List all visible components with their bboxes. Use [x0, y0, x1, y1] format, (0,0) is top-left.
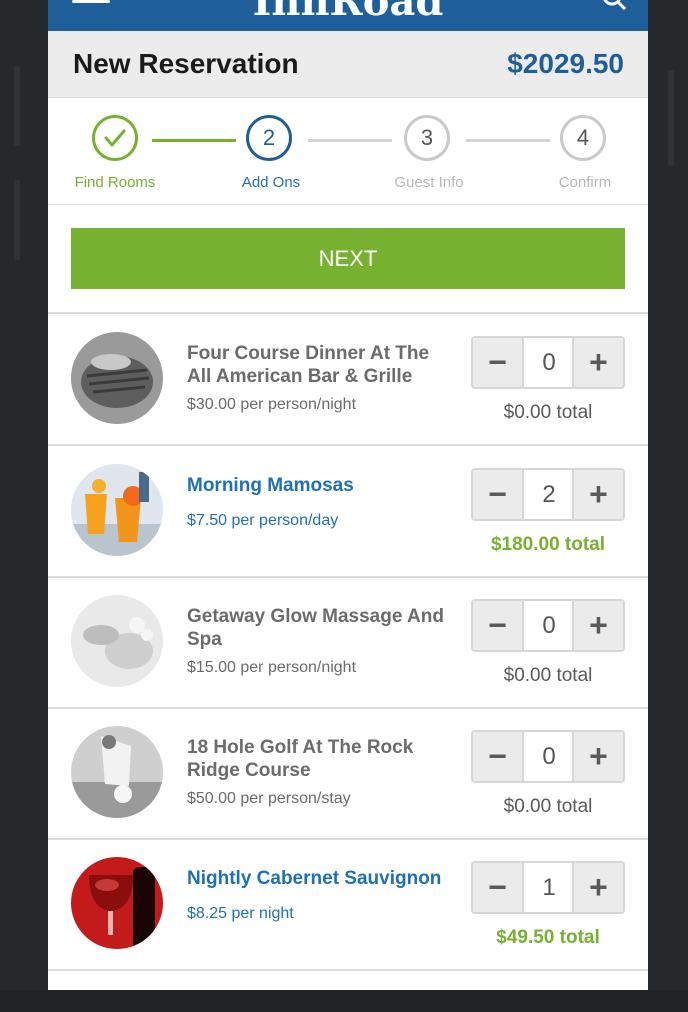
addon-price: $50.00 per person/stay: [187, 790, 351, 807]
quantity-stepper: − 1 +: [471, 861, 625, 914]
top-nav-bar: InnRoad: [48, 0, 648, 31]
step-label-add-ons: Add Ons: [241, 174, 301, 191]
step-connector: [466, 139, 550, 142]
device-side-button: [14, 66, 20, 146]
spa-photo: [71, 595, 163, 687]
quantity-value[interactable]: 0: [524, 732, 574, 781]
quantity-stepper: − 0 +: [471, 336, 625, 389]
reservation-total: $2029.50: [507, 48, 624, 79]
addon-price: $8.25 per night: [187, 905, 294, 922]
decrement-button[interactable]: −: [473, 470, 524, 519]
progress-stepper: 2 3 4 Find Rooms Add Ons Guest Info Conf…: [48, 98, 648, 205]
quantity-value[interactable]: 0: [524, 338, 574, 387]
line-total: $0.00 total: [503, 665, 593, 686]
device-side-button: [668, 70, 674, 166]
increment-button[interactable]: +: [572, 732, 623, 781]
addon-name[interactable]: Morning Mamosas: [187, 474, 457, 497]
addon-row-golf: 18 Hole Golf At The Rock Ridge Course $5…: [48, 708, 648, 840]
wine-photo: [71, 857, 163, 949]
golf-photo: [71, 726, 163, 818]
line-total: $0.00 total: [503, 796, 593, 817]
brand-logo: InnRoad: [252, 0, 444, 25]
addon-row-dinner: Four Course Dinner At The All American B…: [48, 314, 648, 446]
addon-name[interactable]: Nightly Cabernet Sauvignon: [187, 867, 457, 890]
decrement-button[interactable]: −: [473, 601, 524, 650]
checkmark-icon: [104, 129, 126, 147]
step-connector: [308, 139, 392, 142]
step-label-guest-info: Guest Info: [394, 174, 464, 191]
increment-button[interactable]: +: [572, 338, 623, 387]
decrement-button[interactable]: −: [473, 863, 524, 912]
step-label-find-rooms: Find Rooms: [74, 174, 156, 191]
addon-price: $7.50 per person/day: [187, 512, 339, 529]
mimosas-photo: [71, 464, 163, 556]
quantity-value[interactable]: 0: [524, 601, 574, 650]
quantity-stepper: − 2 +: [471, 468, 625, 521]
decrement-button[interactable]: −: [473, 732, 524, 781]
device-side-button: [14, 180, 20, 260]
step-connector: [152, 139, 236, 142]
addon-row-mimosas: Morning Mamosas $7.50 per person/day − 2…: [48, 446, 648, 578]
next-button[interactable]: NEXT: [71, 228, 625, 289]
step-find-rooms[interactable]: [92, 115, 138, 161]
step-guest-info[interactable]: 3: [404, 115, 450, 161]
addon-name: 18 Hole Golf At The Rock Ridge Course: [187, 737, 414, 781]
steak-photo: [71, 332, 163, 424]
search-icon[interactable]: [602, 0, 626, 10]
line-total: $49.50 total: [496, 927, 600, 948]
device-bezel-bottom: [0, 990, 688, 1012]
reservation-header: New Reservation $2029.50: [48, 31, 648, 98]
quantity-stepper: − 0 +: [471, 599, 625, 652]
increment-button[interactable]: +: [572, 470, 623, 519]
step-label-confirm: Confirm: [558, 174, 612, 191]
addon-name: Getaway Glow Massage And Spa: [187, 606, 444, 650]
addon-price: $15.00 per person/night: [187, 659, 357, 676]
step-add-ons[interactable]: 2: [246, 115, 292, 161]
addon-row-wine: Nightly Cabernet Sauvignon $8.25 per nig…: [48, 839, 648, 971]
quantity-value[interactable]: 1: [524, 863, 574, 912]
addon-price: $30.00 per person/night: [187, 396, 357, 413]
quantity-stepper: − 0 +: [471, 730, 625, 783]
quantity-value[interactable]: 2: [524, 470, 574, 519]
addon-name: Four Course Dinner At The All American B…: [187, 343, 430, 387]
app-screen: InnRoad New Reservation $2029.50 2 3 4 F…: [48, 0, 648, 990]
line-total: $0.00 total: [503, 402, 593, 423]
addon-row-spa: Getaway Glow Massage And Spa $15.00 per …: [48, 577, 648, 709]
increment-button[interactable]: +: [572, 601, 623, 650]
step-confirm[interactable]: 4: [560, 115, 606, 161]
increment-button[interactable]: +: [572, 863, 623, 912]
decrement-button[interactable]: −: [473, 338, 524, 387]
page-title: New Reservation: [73, 48, 299, 79]
device-bezel-left: [0, 0, 48, 1012]
line-total: $180.00 total: [490, 534, 606, 555]
